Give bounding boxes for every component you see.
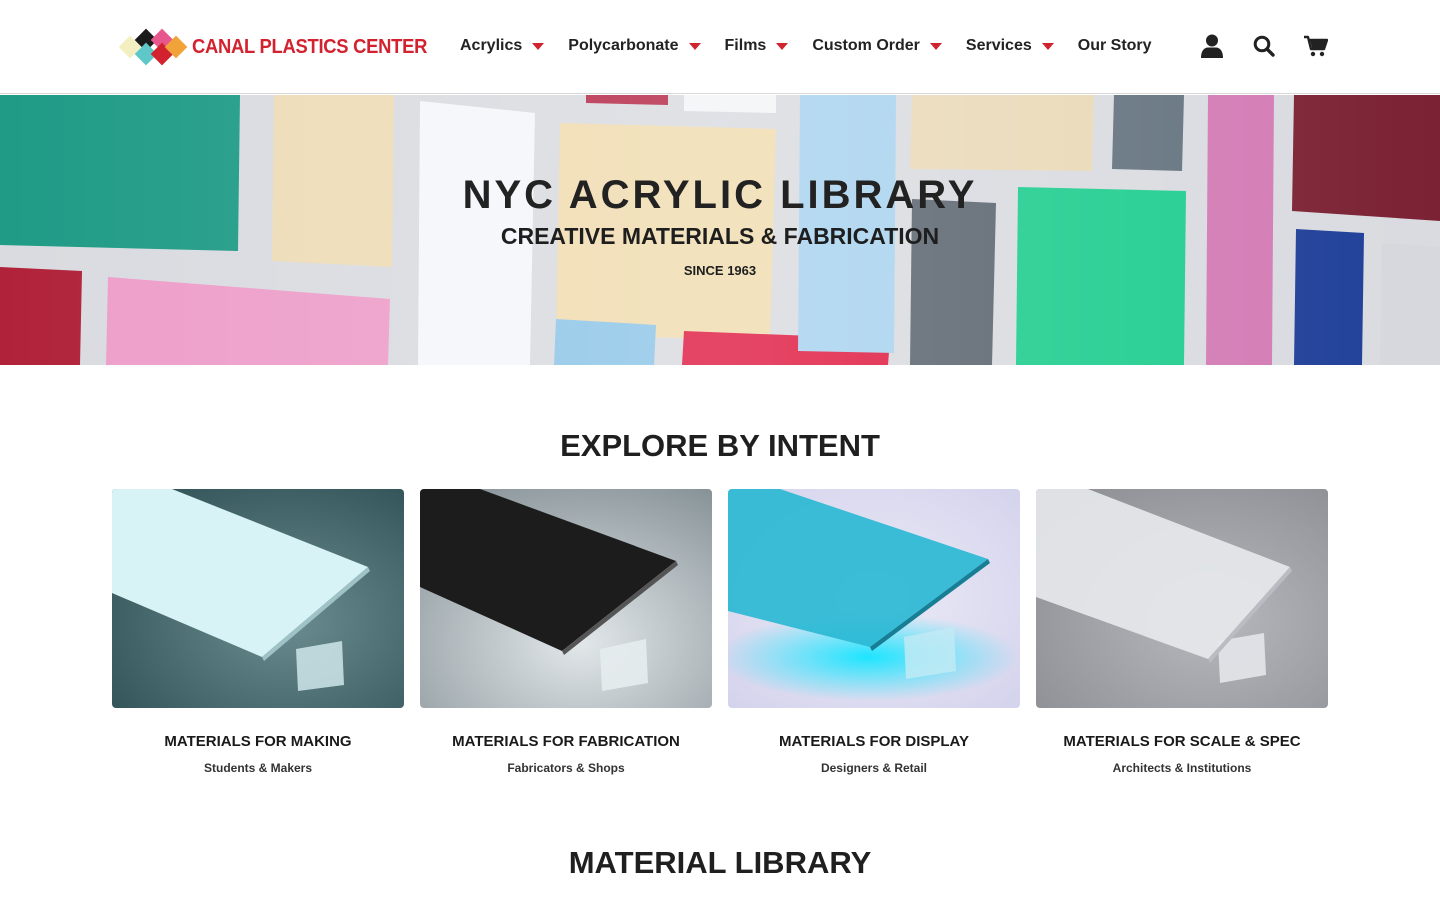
nav-label: Services	[965, 37, 1032, 54]
card-image	[728, 489, 1020, 708]
hero-tagline: SINCE 1963	[683, 263, 757, 278]
card-image	[420, 489, 712, 708]
card-title: MATERIALS FOR SCALE & SPEC	[1063, 733, 1301, 750]
card-image	[112, 489, 404, 708]
intent-card-making[interactable]: MATERIALS FOR MAKING Students & Makers	[112, 489, 404, 789]
intent-card-display[interactable]: MATERIALS FOR DISPLAY Designers & Retail	[728, 489, 1020, 789]
card-subtitle: Designers & Retail	[820, 761, 928, 775]
intent-card-scale-spec[interactable]: MATERIALS FOR SCALE & SPEC Architects & …	[1036, 489, 1328, 789]
card-subtitle: Fabricators & Shops	[507, 761, 625, 775]
hero-banner: NYC ACRYLIC LIBRARY CREATIVE MATERIALS &…	[0, 95, 1440, 365]
card-title: MATERIALS FOR FABRICATION	[452, 733, 680, 750]
nav-item-acrylics[interactable]: Acrylics	[460, 37, 545, 55]
caret-down-icon	[929, 42, 942, 50]
caret-down-icon	[688, 42, 701, 50]
nav-item-polycarbonate[interactable]: Polycarbonate	[568, 37, 701, 55]
caret-down-icon	[776, 42, 789, 50]
site-header: CANAL PLASTICS CENTER Acrylics Polycarbo…	[0, 0, 1440, 94]
card-subtitle: Students & Makers	[203, 761, 313, 775]
header-icons	[1198, 32, 1330, 60]
intent-cards: MATERIALS FOR MAKING Students & Makers M…	[112, 489, 1328, 789]
hero-title: NYC ACRYLIC LIBRARY	[462, 173, 978, 217]
logo-mark-icon	[118, 28, 188, 66]
nav-item-films[interactable]: Films	[725, 37, 789, 55]
nav-item-custom-order[interactable]: Custom Order	[812, 37, 942, 55]
card-title: MATERIALS FOR DISPLAY	[778, 733, 969, 750]
card-image	[1036, 489, 1328, 708]
library-section-title: MATERIAL LIBRARY	[568, 845, 872, 880]
nav-label: Polycarbonate	[568, 37, 679, 54]
nav-label: Acrylics	[460, 37, 523, 54]
hero-subtitle: CREATIVE MATERIALS & FABRICATION	[500, 223, 940, 249]
intent-card-fabrication[interactable]: MATERIALS FOR FABRICATION Fabricators & …	[420, 489, 712, 789]
main-nav: Acrylics Polycarbonate Films Custom Orde…	[460, 34, 1152, 58]
nav-item-our-story[interactable]: Our Story	[1078, 37, 1152, 55]
nav-label: Films	[724, 37, 767, 54]
explore-section-title: EXPLORE BY INTENT	[560, 428, 880, 463]
nav-item-services[interactable]: Services	[966, 37, 1054, 55]
card-subtitle: Architects & Institutions	[1112, 761, 1252, 775]
caret-down-icon	[532, 42, 545, 50]
user-account-icon[interactable]	[1198, 32, 1226, 60]
nav-label: Custom Order	[812, 37, 920, 54]
card-title: MATERIALS FOR MAKING	[164, 733, 352, 750]
logo[interactable]: CANAL PLASTICS CENTER	[118, 28, 448, 66]
nav-label: Our Story	[1077, 37, 1152, 54]
caret-down-icon	[1041, 42, 1054, 50]
search-icon[interactable]	[1250, 32, 1278, 60]
logo-text: CANAL PLASTICS CENTER	[192, 35, 428, 58]
cart-icon[interactable]	[1302, 32, 1330, 60]
